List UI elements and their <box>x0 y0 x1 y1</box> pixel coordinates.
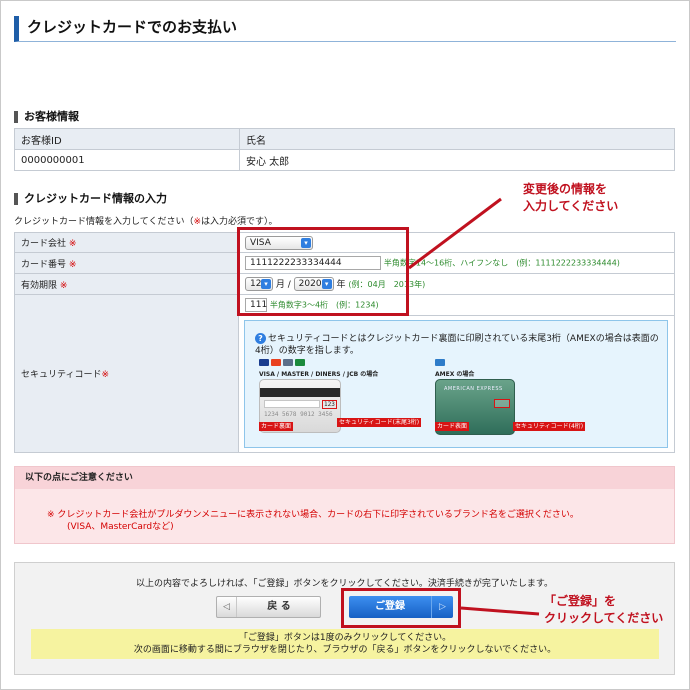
card-section-heading: クレジットカード情報の入力 <box>14 193 167 205</box>
card-back-number: 1234 5678 9012 3456 <box>264 411 333 418</box>
caution-heading: 以下の点にご注意ください <box>15 467 674 489</box>
card-front-label: カード表面 <box>435 422 470 431</box>
customer-section-heading: お客様情報 <box>14 111 79 123</box>
card-company-label-text: カード会社 <box>21 239 67 249</box>
amex-code-label: セキュリティコード(4桁) <box>513 422 586 431</box>
signature-strip <box>264 400 320 408</box>
expiry-label-text: 有効期限 <box>21 280 58 291</box>
card-back-label: カード裏面 <box>259 422 294 431</box>
amex-brand-logo <box>435 359 445 366</box>
click-once-notice: 「ご登録」ボタンは1度のみクリックしてください。 次の画面に移動する間にブラウザ… <box>31 629 659 659</box>
customer-id-header: お客様ID <box>14 128 240 150</box>
expiry-label: 有効期限 ※ <box>14 273 239 295</box>
back-button[interactable]: ◁ 戻 る <box>216 596 321 618</box>
amex-code-marker <box>494 399 510 408</box>
chevron-left-icon: ◁ <box>217 597 237 617</box>
required-mark: ※ <box>68 259 77 270</box>
card-number-hint: 半角数字14～16桁、ハイフンなし (例：1111222233334444) <box>383 258 620 268</box>
security-code-label-text: セキュリティコード <box>21 370 102 380</box>
card-company-label: カード会社 ※ <box>14 232 239 253</box>
question-icon: ? <box>255 333 266 344</box>
required-note-prefix: クレジットカード情報を入力してください（ <box>14 217 194 227</box>
required-mark: ※ <box>68 239 77 249</box>
amex-caption: AMEX の場合 <box>435 371 475 378</box>
customer-table: お客様ID 氏名 0000000001 安心 太郎 <box>14 128 675 171</box>
visa-caption: VISA / MASTER / DINERS / JCB の場合 <box>259 371 379 378</box>
security-info-text: ? セキュリティコードとはクレジットカード裏面に印刷されている末尾3桁（AMEXの… <box>255 333 660 357</box>
magnetic-stripe <box>260 388 340 397</box>
input-annotation-line-1: 変更後の情報を <box>523 182 608 196</box>
security-code-label: セキュリティコード※ <box>14 294 239 453</box>
caution-box: 以下の点にご注意ください ※ クレジットカード会社がプルダウンメニューに表示され… <box>14 466 675 544</box>
caution-line-1: ※ クレジットカード会社がプルダウンメニューに表示されない場合、カードの右下に印… <box>47 510 579 520</box>
customer-name-value: 安心 太郎 <box>239 149 675 171</box>
input-annotation: 変更後の情報を 入力してください <box>523 181 618 215</box>
input-highlight-box <box>237 227 409 316</box>
required-mark: ※ <box>101 370 110 380</box>
back-button-label: 戻 る <box>267 601 291 612</box>
required-note: クレジットカード情報を入力してください（※は入力必須です）。 <box>14 214 278 227</box>
mastercard-logo-icon <box>271 359 281 366</box>
notice-line-1: 「ご登録」ボタンは1度のみクリックしてください。 <box>238 633 452 643</box>
register-annotation-line-1: 「ご登録」を <box>544 594 617 608</box>
jcb-logo-icon <box>295 359 305 366</box>
required-note-suffix: は入力必須です）。 <box>201 217 278 227</box>
security-info-message: セキュリティコードとはクレジットカード裏面に印刷されている末尾3桁（AMEXの場… <box>255 334 659 356</box>
visa-logo-icon <box>259 359 269 366</box>
register-annotation: 「ご登録」を クリックしてください <box>544 593 663 627</box>
card-back-code: 123 <box>322 400 337 409</box>
register-highlight-box <box>341 588 461 628</box>
customer-name-header: 氏名 <box>239 128 675 150</box>
card-number-label-text: カード番号 <box>21 259 67 270</box>
input-annotation-line-2: 入力してください <box>523 199 619 213</box>
diners-logo-icon <box>283 359 293 366</box>
card-brand-logos <box>259 359 305 366</box>
notice-line-2: 次の画面に移動する間にブラウザを閉じたり、ブラウザの「戻る」ボタンをクリックしな… <box>133 645 557 655</box>
security-info-box: ? セキュリティコードとはクレジットカード裏面に印刷されている末尾3桁（AMEXの… <box>244 320 668 448</box>
register-annotation-line-2: クリックしてください <box>544 611 664 625</box>
customer-id-value: 0000000001 <box>14 149 240 171</box>
card-number-label: カード番号 ※ <box>14 252 239 274</box>
card-back-code-label: セキュリティコード(末尾3桁) <box>337 418 422 427</box>
required-mark: ※ <box>59 280 68 291</box>
caution-line-2: (VISA、MasterCardなど) <box>67 522 174 532</box>
page-title: クレジットカードでのお支払い <box>14 16 676 42</box>
required-note-mark: ※ <box>193 217 202 227</box>
amex-logo-icon <box>435 359 445 366</box>
amex-brand-text: AMERICAN EXPRESS <box>444 386 503 392</box>
caution-text: ※ クレジットカード会社がプルダウンメニューに表示されない場合、カードの右下に印… <box>47 509 579 533</box>
